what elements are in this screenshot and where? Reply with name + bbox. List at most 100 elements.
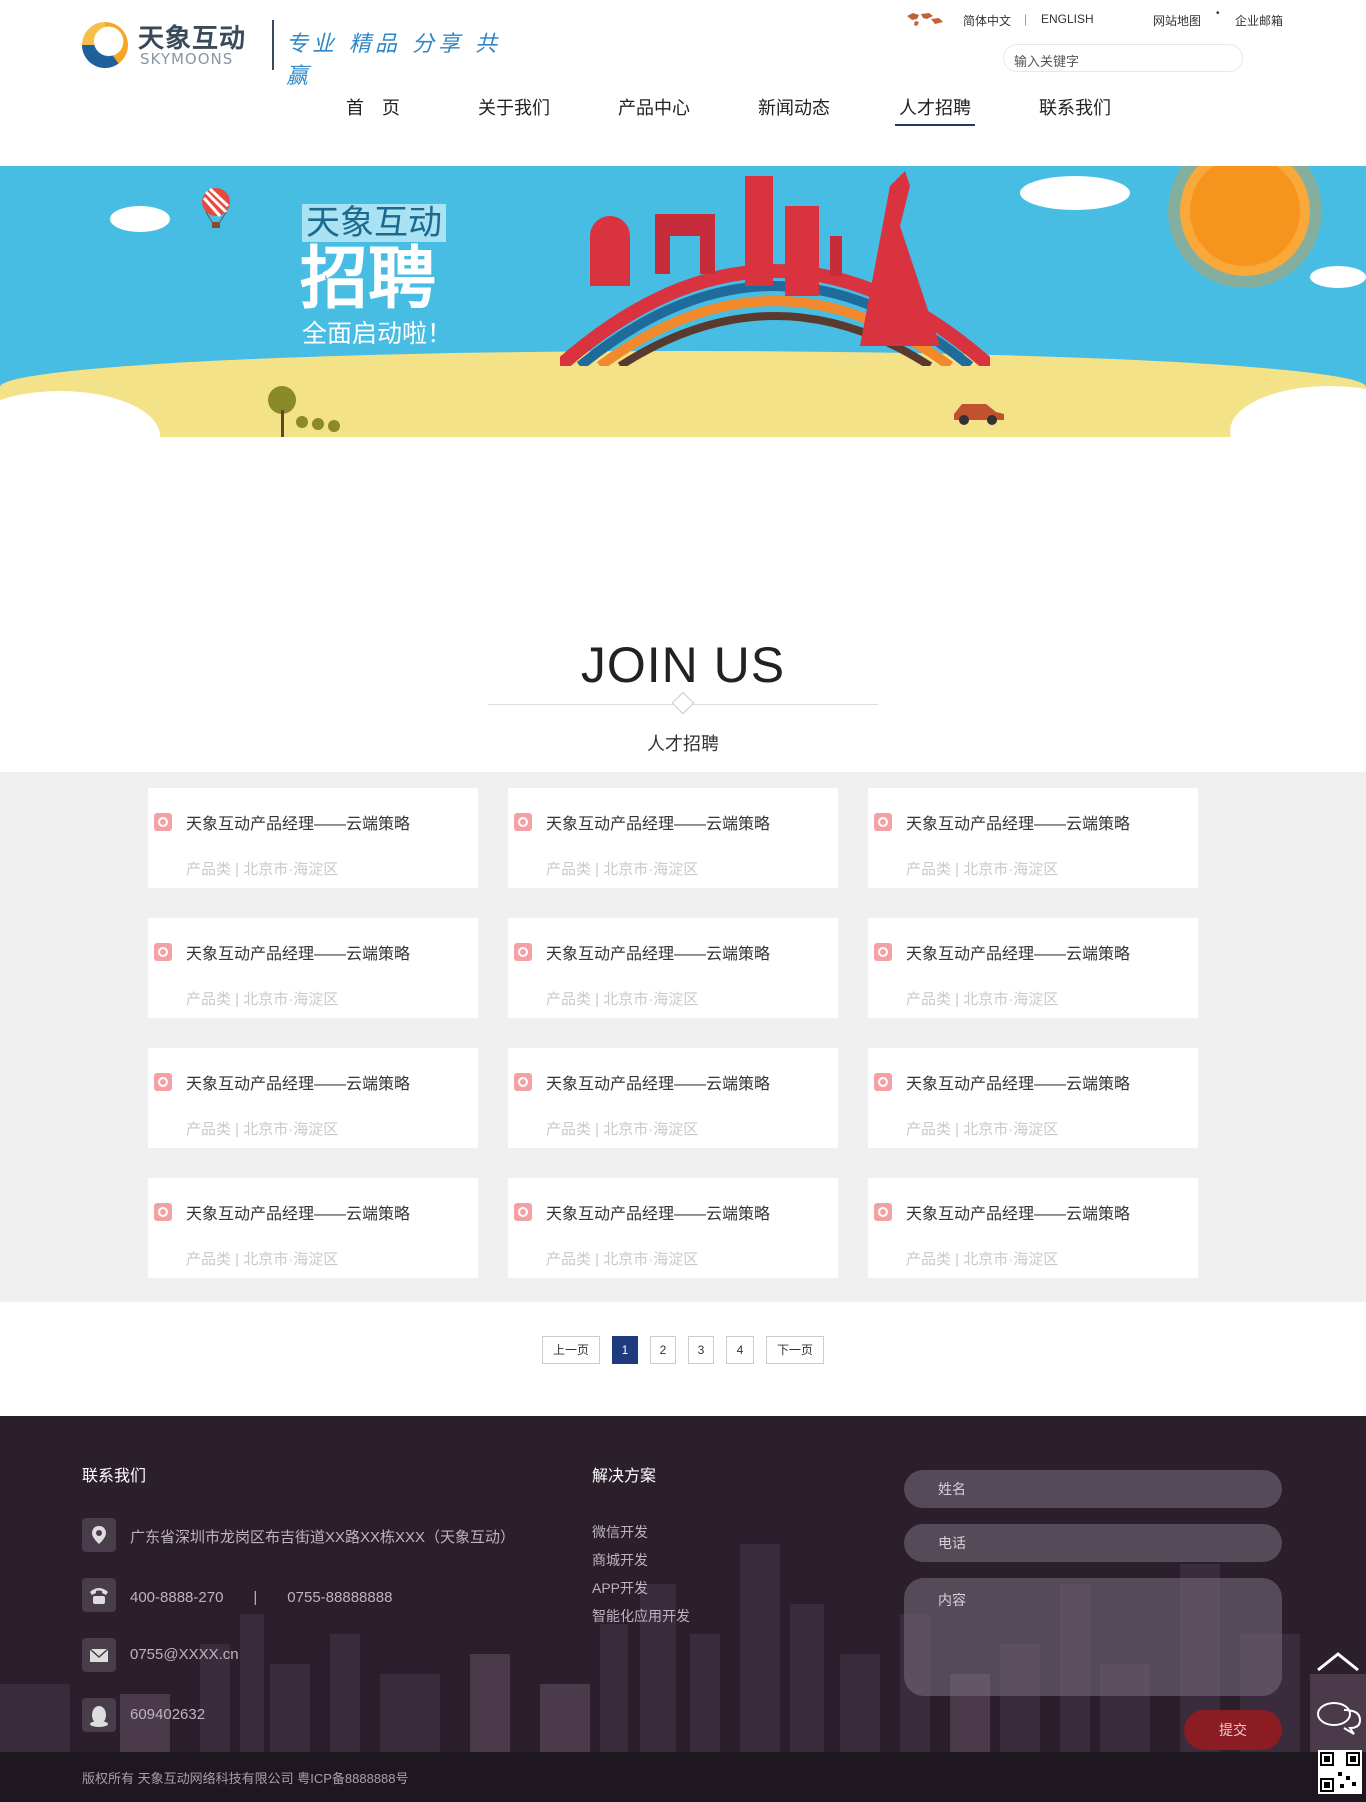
contact-heading: 联系我们 bbox=[82, 1468, 147, 1485]
job-title: 天象互动产品经理——云端策略 bbox=[546, 816, 771, 833]
job-card[interactable]: 天象互动产品经理——云端策略 产品类 | 北京市·海淀区 bbox=[148, 1178, 478, 1278]
link-dot: • bbox=[1216, 8, 1220, 19]
job-card[interactable]: 天象互动产品经理——云端策略 产品类 | 北京市·海淀区 bbox=[868, 918, 1198, 1018]
job-title: 天象互动产品经理——云端策略 bbox=[186, 816, 411, 833]
mail-link[interactable]: 企业邮箱 bbox=[1235, 12, 1283, 29]
nav-item-careers[interactable]: 人才招聘 bbox=[895, 94, 975, 126]
lang-separator: | bbox=[1024, 12, 1028, 26]
nav-item-products[interactable]: 产品中心 bbox=[618, 94, 690, 126]
job-card[interactable]: 天象互动产品经理——云端策略 产品类 | 北京市·海淀区 bbox=[148, 1048, 478, 1148]
header: 天象互动 SKYMOONS 专业 精品 分享 共赢 简体中文 | ENGLISH… bbox=[0, 0, 1366, 166]
submit-button[interactable]: 提交 bbox=[1184, 1710, 1282, 1750]
qr-code-button[interactable] bbox=[1310, 1744, 1366, 1800]
phone-text: 400-8888-270 | 0755-88888888 bbox=[130, 1589, 393, 1606]
solution-link[interactable]: 商城开发 bbox=[592, 1550, 648, 1570]
job-card[interactable]: 天象互动产品经理——云端策略 产品类 | 北京市·海淀区 bbox=[868, 788, 1198, 888]
hero-banner: 天象互动 招聘 全面启动啦！ bbox=[0, 166, 1366, 437]
logo[interactable]: 天象互动 SKYMOONS 专业 精品 分享 共赢 bbox=[82, 18, 502, 89]
phone-field[interactable]: 电话 bbox=[904, 1524, 1282, 1562]
page-button-4[interactable]: 4 bbox=[726, 1336, 754, 1364]
nav-item-home[interactable]: 首 页 bbox=[346, 94, 400, 126]
job-card[interactable]: 天象互动产品经理——云端策略 产品类 | 北京市·海淀区 bbox=[508, 788, 838, 888]
banner-headline: 招聘 bbox=[300, 241, 437, 317]
job-meta: 产品类 | 北京市·海淀区 bbox=[906, 1251, 1059, 1268]
address-text: 广东省深圳市龙岗区布吉街道XX路XX栋XXX（天象互动） bbox=[130, 1529, 516, 1546]
job-title: 天象互动产品经理——云端策略 bbox=[546, 1076, 771, 1093]
job-card[interactable]: 天象互动产品经理——云端策略 产品类 | 北京市·海淀区 bbox=[148, 918, 478, 1018]
page-button-3[interactable]: 3 bbox=[688, 1336, 714, 1364]
search-input[interactable]: 输入关键字 bbox=[1003, 44, 1243, 72]
job-meta: 产品类 | 北京市·海淀区 bbox=[546, 1251, 699, 1268]
name-field[interactable]: 姓名 bbox=[904, 1470, 1282, 1508]
qr-code-icon bbox=[1318, 1750, 1362, 1794]
job-icon bbox=[514, 813, 532, 831]
chat-bubble-icon bbox=[1317, 1702, 1362, 1735]
sitemap-link[interactable]: 网站地图 bbox=[1153, 12, 1201, 29]
city-landmarks-illustration bbox=[560, 171, 990, 366]
job-card[interactable]: 天象互动产品经理——云端策略 产品类 | 北京市·海淀区 bbox=[508, 1178, 838, 1278]
job-meta: 产品类 | 北京市·海淀区 bbox=[546, 1121, 699, 1138]
logo-slogan: 专业 精品 分享 共赢 bbox=[286, 32, 501, 89]
page-button-2[interactable]: 2 bbox=[650, 1336, 676, 1364]
diamond-icon bbox=[671, 691, 695, 715]
job-meta: 产品类 | 北京市·海淀区 bbox=[186, 991, 339, 1008]
chevron-up-icon bbox=[1317, 1652, 1359, 1672]
job-icon bbox=[154, 943, 172, 961]
trees-illustration bbox=[268, 386, 340, 437]
job-card[interactable]: 天象互动产品经理——云端策略 产品类 | 北京市·海淀区 bbox=[508, 918, 838, 1018]
message-field[interactable]: 内容 bbox=[904, 1578, 1282, 1696]
nav-item-news[interactable]: 新闻动态 bbox=[758, 94, 830, 126]
job-card[interactable]: 天象互动产品经理——云端策略 产品类 | 北京市·海淀区 bbox=[508, 1048, 838, 1148]
copyright-text: 版权所有 天象互动网络科技有限公司 粤ICP备8888888号 bbox=[82, 1771, 409, 1786]
job-title: 天象互动产品经理——云端策略 bbox=[186, 1206, 411, 1223]
job-meta: 产品类 | 北京市·海淀区 bbox=[906, 991, 1059, 1008]
logo-divider bbox=[272, 20, 274, 70]
job-icon bbox=[154, 813, 172, 831]
job-card[interactable]: 天象互动产品经理——云端策略 产品类 | 北京市·海淀区 bbox=[148, 788, 478, 888]
job-icon bbox=[514, 1073, 532, 1091]
world-map-icon bbox=[907, 13, 943, 26]
job-icon bbox=[874, 1073, 892, 1091]
car-illustration bbox=[954, 404, 1004, 425]
job-meta: 产品类 | 北京市·海淀区 bbox=[906, 861, 1059, 878]
job-icon bbox=[154, 1203, 172, 1221]
cloud bbox=[1020, 176, 1130, 210]
job-meta: 产品类 | 北京市·海淀区 bbox=[546, 861, 699, 878]
job-title: 天象互动产品经理——云端策略 bbox=[906, 1206, 1131, 1223]
prev-page-button[interactable]: 上一页 bbox=[542, 1336, 600, 1364]
job-card[interactable]: 天象互动产品经理——云端策略 产品类 | 北京市·海淀区 bbox=[868, 1178, 1198, 1278]
back-to-top-button[interactable] bbox=[1310, 1632, 1366, 1688]
page-button-1[interactable]: 1 bbox=[612, 1336, 638, 1364]
hot-air-balloon-icon bbox=[202, 187, 230, 228]
next-page-button[interactable]: 下一页 bbox=[766, 1336, 824, 1364]
chat-button[interactable] bbox=[1310, 1688, 1366, 1744]
job-meta: 产品类 | 北京市·海淀区 bbox=[186, 1251, 339, 1268]
nav-item-contact[interactable]: 联系我们 bbox=[1039, 94, 1111, 126]
job-title: 天象互动产品经理——云端策略 bbox=[546, 1206, 771, 1223]
job-icon bbox=[874, 813, 892, 831]
job-title: 天象互动产品经理——云端策略 bbox=[546, 946, 771, 963]
job-title: 天象互动产品经理——云端策略 bbox=[906, 816, 1131, 833]
logo-text-en: SKYMOONS bbox=[140, 50, 234, 68]
solution-link[interactable]: 智能化应用开发 bbox=[592, 1606, 690, 1626]
job-title: 天象互动产品经理——云端策略 bbox=[186, 946, 411, 963]
qq-text: 609402632 bbox=[130, 1706, 206, 1723]
job-meta: 产品类 | 北京市·海淀区 bbox=[546, 991, 699, 1008]
job-card[interactable]: 天象互动产品经理——云端策略 产品类 | 北京市·海淀区 bbox=[868, 1048, 1198, 1148]
logo-mark bbox=[82, 22, 128, 68]
solution-link[interactable]: APP开发 bbox=[592, 1578, 648, 1598]
job-meta: 产品类 | 北京市·海淀区 bbox=[186, 861, 339, 878]
job-title: 天象互动产品经理——云端策略 bbox=[906, 946, 1131, 963]
lang-cn-link[interactable]: 简体中文 bbox=[963, 12, 1011, 29]
job-title: 天象互动产品经理——云端策略 bbox=[186, 1076, 411, 1093]
lang-en-link[interactable]: ENGLISH bbox=[1041, 12, 1094, 26]
nav-item-about[interactable]: 关于我们 bbox=[478, 94, 550, 126]
job-icon bbox=[514, 943, 532, 961]
solution-link[interactable]: 微信开发 bbox=[592, 1522, 648, 1542]
sun-illustration bbox=[1190, 166, 1300, 266]
job-icon bbox=[154, 1073, 172, 1091]
copyright-bar: 版权所有 天象互动网络科技有限公司 粤ICP备8888888号 bbox=[0, 1752, 1366, 1802]
job-icon bbox=[874, 943, 892, 961]
email-text: 0755@XXXX.cn bbox=[130, 1646, 239, 1663]
solutions-heading: 解决方案 bbox=[592, 1468, 657, 1485]
